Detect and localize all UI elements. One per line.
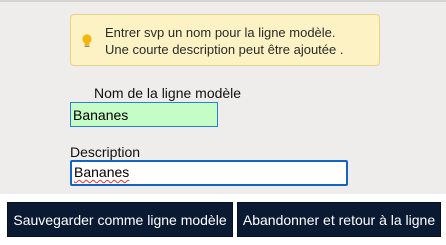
info-line-2: Une courte description peut être ajoutée…	[105, 42, 344, 57]
lightbulb-icon	[82, 34, 92, 47]
description-value: Bananes	[74, 164, 130, 180]
name-label: Nom de la ligne modèle	[94, 85, 242, 101]
cancel-and-return-button[interactable]: Abandonner et retour à la ligne	[237, 202, 441, 237]
save-as-template-button[interactable]: Sauvegarder comme ligne modèle	[7, 202, 233, 237]
description-input[interactable]: Bananes	[70, 160, 348, 186]
top-divider	[0, 0, 446, 2]
info-line-1: Entrer svp un nom pour la ligne modèle.	[105, 25, 336, 40]
description-label: Description	[70, 144, 141, 160]
name-input[interactable]	[70, 102, 218, 127]
info-message: Entrer svp un nom pour la ligne modèle. …	[70, 14, 380, 66]
info-text: Entrer svp un nom pour la ligne modèle. …	[105, 24, 343, 58]
